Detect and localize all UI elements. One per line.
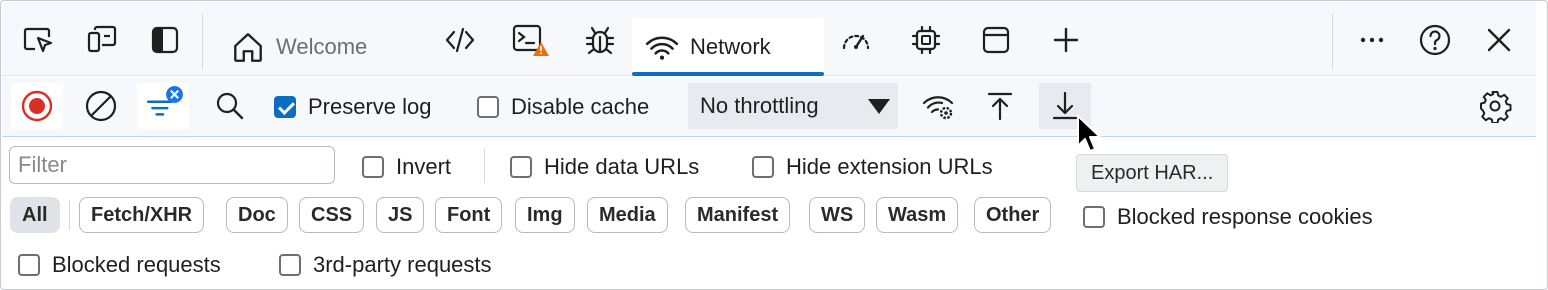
blocked-requests-label: Blocked requests [52,252,221,277]
hide-data-urls-checkbox[interactable]: Hide data URLs [510,154,699,180]
blocked-response-cookies-label: Blocked response cookies [1117,204,1373,229]
filter-icon [147,86,183,116]
tab-console[interactable] [510,20,550,60]
close-icon [1487,28,1511,52]
gear-icon [1480,91,1512,123]
tab-welcome[interactable]: Welcome [230,18,410,76]
record-button[interactable] [11,83,63,129]
tab-bar: Welcome Network [2,2,1536,76]
mouse-cursor-icon [1077,115,1101,152]
toggle-sidebar-button[interactable] [145,20,185,60]
invert-label: Invert [396,154,452,179]
console-icon [512,24,549,56]
type-filter-fetch-xhr[interactable]: Fetch/XHR [79,197,205,233]
hide-extension-urls-checkbox[interactable]: Hide extension URLs [752,154,993,180]
home-icon [234,33,262,62]
type-filter-all[interactable]: All [10,197,60,233]
disable-cache-check[interactable] [477,96,499,118]
export-har-tooltip: Export HAR... [1076,154,1229,192]
tab-bar-separator-right [1332,14,1333,70]
blocked-requests-checkbox[interactable]: Blocked requests [18,252,221,278]
filter-toggle-button[interactable] [137,83,189,129]
wifi-settings-icon [922,96,954,120]
invert-checkbox[interactable]: Invert [362,154,451,180]
device-emulation-button[interactable] [82,20,122,60]
help-button[interactable] [1415,20,1455,60]
type-filter-separator [69,200,70,230]
invert-check[interactable] [362,156,384,178]
hide-data-urls-label: Hide data URLs [544,154,700,179]
tab-memory[interactable] [906,20,946,60]
tab-welcome-label: Welcome [276,34,368,59]
blocked-response-cookies-checkbox[interactable]: Blocked response cookies [1083,204,1373,230]
performance-gauge-icon [842,34,870,50]
search-icon [216,92,244,120]
type-filter-wasm[interactable]: Wasm [876,197,959,233]
close-button[interactable] [1479,20,1519,60]
record-icon [21,90,53,122]
inspect-element-icon [23,27,53,53]
more-tools-button[interactable] [1046,20,1086,60]
sidebar-panel-icon [151,26,179,54]
type-filter-js[interactable]: JS [376,197,425,233]
filter-input[interactable] [9,146,335,184]
plus-icon [1053,27,1079,53]
elements-code-icon [445,27,475,53]
type-filter-doc[interactable]: Doc [226,197,288,233]
hide-data-urls-check[interactable] [510,156,532,178]
chevron-down-icon [868,98,890,114]
more-options-icon [1360,37,1384,43]
type-filter-ws[interactable]: WS [809,197,866,233]
tab-elements[interactable] [440,20,480,60]
blocked-response-cookies-check[interactable] [1083,206,1105,228]
network-toolbar: Preserve log Disable cache No throttling [2,77,1536,137]
disable-cache-checkbox[interactable]: Disable cache [477,94,649,120]
devtools-window: Welcome Network Preserve log Disable cac… [0,0,1548,290]
throttling-value: No throttling [700,93,819,118]
type-filter-css[interactable]: CSS [299,197,365,233]
disable-cache-label: Disable cache [511,94,650,119]
memory-chip-icon [911,25,941,55]
type-filter-font[interactable]: Font [435,197,503,233]
type-filter-manifest[interactable]: Manifest [685,197,791,233]
third-party-requests-label: 3rd-party requests [313,252,492,277]
tab-application[interactable] [976,20,1016,60]
hide-extension-urls-check[interactable] [752,156,774,178]
blocked-requests-check[interactable] [18,254,40,276]
third-party-requests-check[interactable] [279,254,301,276]
wifi-icon [645,36,679,60]
network-settings-button[interactable] [1469,83,1521,129]
import-har-button[interactable] [974,83,1026,129]
tab-network-label: Network [690,34,771,59]
preserve-log-label: Preserve log [308,94,432,119]
hide-extension-urls-label: Hide extension URLs [786,154,993,179]
tab-performance[interactable] [836,20,876,60]
bug-icon [585,26,615,55]
type-filter-media[interactable]: Media [587,197,668,233]
network-conditions-button[interactable] [912,83,964,129]
more-options-button[interactable] [1352,20,1392,60]
preserve-log-check[interactable] [274,96,296,118]
clear-button[interactable] [75,83,127,129]
search-button[interactable] [204,83,256,129]
preserve-log-checkbox[interactable]: Preserve log [274,94,432,120]
third-party-requests-checkbox[interactable]: 3rd-party requests [279,252,492,278]
help-icon [1419,24,1451,56]
tab-bar-separator [202,14,203,70]
tab-network[interactable]: Network [632,18,824,76]
tab-sources[interactable] [580,20,620,60]
clear-icon [85,90,117,122]
filter-separator [484,149,485,183]
type-filter-img[interactable]: Img [515,197,575,233]
application-icon [982,26,1010,54]
upload-icon [987,92,1013,121]
throttling-select[interactable]: No throttling [688,83,898,129]
inspect-element-button[interactable] [18,20,58,60]
device-emulation-icon [87,25,117,53]
type-filter-other[interactable]: Other [974,197,1052,233]
